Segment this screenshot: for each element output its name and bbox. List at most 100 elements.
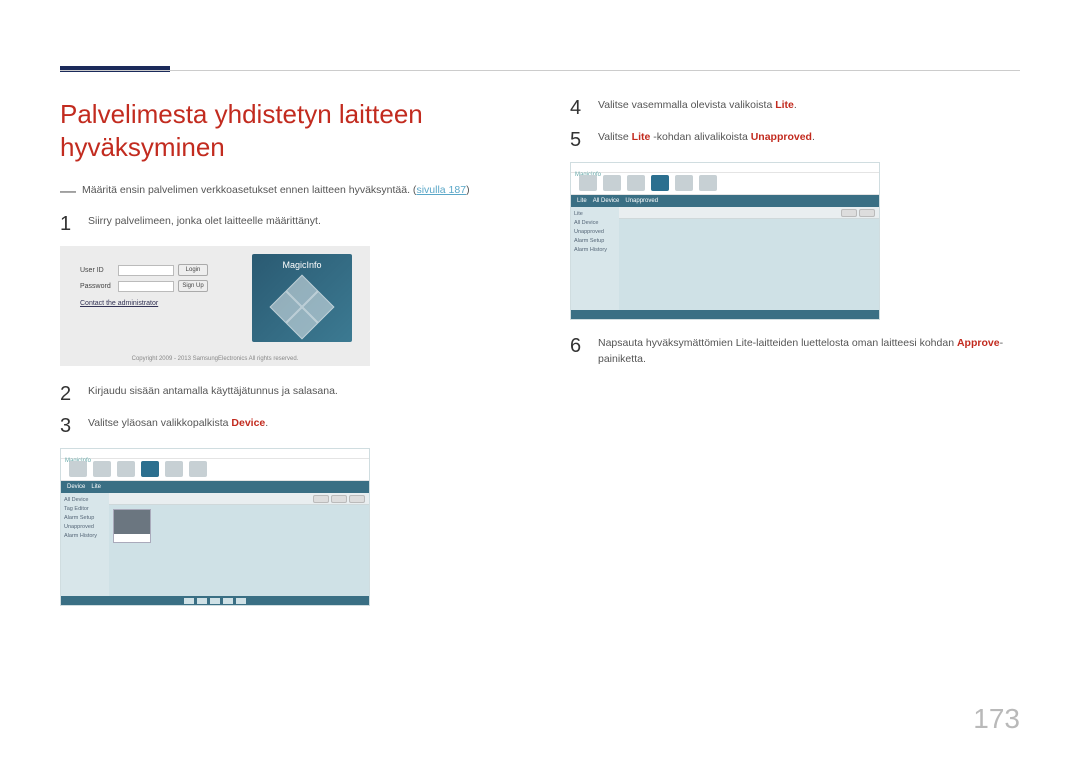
device-card[interactable]	[113, 509, 151, 543]
step-num: 2	[60, 384, 74, 404]
brand-text: MagicInfo	[282, 260, 321, 270]
userid-label: User ID	[80, 267, 114, 274]
signup-button[interactable]: Sign Up	[178, 280, 208, 292]
nav-icon[interactable]	[165, 461, 183, 477]
sidebar-item[interactable]: Alarm History	[64, 533, 106, 539]
step-text: Valitse vasemmalla olevista valikoista L…	[598, 98, 797, 114]
login-box: User ID Login Password Sign Up Contact t…	[80, 264, 230, 307]
toolbar-button[interactable]	[331, 495, 347, 503]
step-5: 5 Valitse Lite -kohdan alivalikoista Una…	[570, 130, 1020, 150]
contact-admin-link[interactable]: Contact the administrator	[80, 300, 230, 307]
app-sidebar: Lite All Device Unapproved Alarm Setup A…	[571, 207, 619, 310]
note-row: ― Määritä ensin palvelimen verkkoasetuks…	[60, 183, 510, 200]
nav-icon[interactable]	[93, 461, 111, 477]
app-content	[109, 505, 369, 547]
app-subbar: Lite All Device Unapproved	[571, 195, 879, 207]
step5-hl2: Unapproved	[751, 131, 812, 143]
subbar-item[interactable]: Unapproved	[625, 198, 658, 204]
toolbar-button[interactable]	[349, 495, 365, 503]
app-subbar: Device Lite	[61, 481, 369, 493]
sidebar-item[interactable]: Alarm Setup	[64, 515, 106, 521]
figure-device-app: MagicInfo Device Lite All Device	[60, 448, 370, 606]
sidebar-item[interactable]: Lite	[574, 211, 616, 217]
right-column: 4 Valitse vasemmalla olevista valikoista…	[570, 98, 1020, 622]
step-text: Napsauta hyväksymättömien Lite-laitteide…	[598, 336, 1020, 368]
toolbar-button[interactable]	[841, 209, 857, 217]
step-4: 4 Valitse vasemmalla olevista valikoista…	[570, 98, 1020, 118]
pager-btn[interactable]	[210, 598, 220, 604]
pager-btn[interactable]	[197, 598, 207, 604]
step-num: 3	[60, 416, 74, 436]
nav-icon[interactable]	[675, 175, 693, 191]
password-input[interactable]	[118, 281, 174, 292]
step5-pre: Valitse	[598, 131, 632, 143]
note-dash: ―	[60, 184, 76, 200]
note-link[interactable]: sivulla 187	[416, 184, 466, 196]
app-bottombar	[61, 596, 369, 605]
subbar-item[interactable]: All Device	[593, 198, 620, 204]
password-row: Password Sign Up	[80, 280, 230, 292]
step5-hl1: Lite	[632, 131, 651, 143]
sidebar-item[interactable]: All Device	[574, 220, 616, 226]
step-text: Siirry palvelimeen, jonka olet laitteell…	[88, 214, 321, 230]
nav-icon[interactable]	[189, 461, 207, 477]
sidebar-item[interactable]: Tag Editor	[64, 506, 106, 512]
pager-btn[interactable]	[184, 598, 194, 604]
step4-post: .	[794, 99, 797, 111]
note-text-a: Määritä ensin palvelimen verkkoasetukset…	[82, 184, 416, 196]
sidebar-item[interactable]: Unapproved	[574, 229, 616, 235]
note-text: Määritä ensin palvelimen verkkoasetukset…	[82, 183, 470, 199]
step-num: 4	[570, 98, 584, 118]
step-text: Valitse Lite -kohdan alivalikoista Unapp…	[598, 130, 815, 146]
step-2: 2 Kirjaudu sisään antamalla käyttäjätunn…	[60, 384, 510, 404]
nav-icon[interactable]	[69, 461, 87, 477]
subbar-lite[interactable]: Lite	[91, 484, 101, 490]
step-6: 6 Napsauta hyväksymättömien Lite-laittei…	[570, 336, 1020, 368]
page-number: 173	[973, 703, 1020, 735]
nav-icon-device[interactable]	[651, 175, 669, 191]
app-toolbar	[619, 207, 879, 219]
userid-input[interactable]	[118, 265, 174, 276]
diamond-icon	[269, 274, 334, 339]
app-icon-row	[61, 459, 369, 481]
app-icon-row	[571, 173, 879, 195]
pager-btn[interactable]	[236, 598, 246, 604]
nav-icon[interactable]	[627, 175, 645, 191]
sidebar-item[interactable]: Alarm Setup	[574, 238, 616, 244]
step-num: 6	[570, 336, 584, 356]
step-text: Valitse yläosan valikkopalkista Device.	[88, 416, 268, 432]
app-bottombar	[571, 310, 879, 319]
nav-icon-device[interactable]	[141, 461, 159, 477]
toolbar-button[interactable]	[313, 495, 329, 503]
step6-pre: Napsauta hyväksymättömien Lite-laitteide…	[598, 337, 957, 349]
nav-icon[interactable]	[117, 461, 135, 477]
step3-pre: Valitse yläosan valikkopalkista	[88, 417, 231, 429]
page-title: Palvelimesta yhdistetyn laitteen hyväksy…	[60, 98, 510, 163]
step5-post: .	[812, 131, 815, 143]
step-num: 1	[60, 214, 74, 234]
toolbar-button[interactable]	[859, 209, 875, 217]
logo-panel: MagicInfo	[252, 254, 352, 342]
step4-pre: Valitse vasemmalla olevista valikoista	[598, 99, 775, 111]
app-topbar: MagicInfo	[61, 449, 369, 459]
subbar-lite[interactable]: Lite	[577, 198, 587, 204]
nav-icon[interactable]	[579, 175, 597, 191]
sidebar-item[interactable]: Alarm History	[574, 247, 616, 253]
login-button[interactable]: Login	[178, 264, 208, 276]
step6-highlight: Approve	[957, 337, 1000, 349]
step-3: 3 Valitse yläosan valikkopalkista Device…	[60, 416, 510, 436]
step-1: 1 Siirry palvelimeen, jonka olet laittee…	[60, 214, 510, 234]
card-thumb	[114, 510, 150, 534]
step-num: 5	[570, 130, 584, 150]
sidebar-item[interactable]: Unapproved	[64, 524, 106, 530]
nav-icon[interactable]	[603, 175, 621, 191]
subbar-device[interactable]: Device	[67, 484, 85, 490]
copyright-text: Copyright 2009 - 2013 SamsungElectronics…	[60, 356, 370, 362]
pager-btn[interactable]	[223, 598, 233, 604]
app-main	[109, 493, 369, 596]
nav-icon[interactable]	[699, 175, 717, 191]
step3-post: .	[265, 417, 268, 429]
sidebar-item[interactable]: All Device	[64, 497, 106, 503]
app-toolbar	[109, 493, 369, 505]
app-main	[619, 207, 879, 310]
